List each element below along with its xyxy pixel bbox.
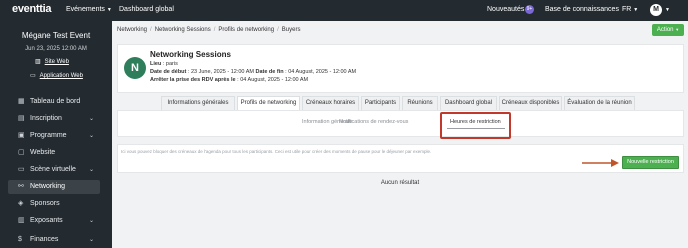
tab[interactable]: Profils de networking (237, 96, 300, 111)
site-web-link[interactable]: ▥ Site Web (35, 58, 69, 65)
highlight-box (440, 112, 511, 139)
sidebar-item-label: Finances (30, 236, 59, 243)
sidebar-item-label: Sponsors (30, 200, 60, 207)
chevron-down-icon: ▼ (675, 27, 680, 32)
tab[interactable]: Créneaux disponibles (499, 96, 562, 111)
chevron-down-icon: ⌄ (88, 237, 94, 243)
breadcrumb-separator: / (277, 27, 279, 33)
breadcrumb-separator: / (213, 27, 216, 33)
chevron-down-icon[interactable]: ▼ (665, 7, 670, 13)
breadcrumb: Networking / Networking Sessions / Profils d… (117, 27, 300, 33)
chevron-down-icon: ⌄ (88, 116, 94, 122)
arret-label: Arrêter la prise des RDV après le (150, 77, 236, 83)
sidebar-item[interactable]: ◈ Sponsors (8, 197, 100, 211)
tab[interactable]: Réunions (402, 96, 438, 111)
action-button[interactable]: Action ▼ (652, 24, 684, 36)
sidebar-item-label: Tableau de bord (30, 98, 81, 105)
sidebar-item[interactable]: ▦ Tableau de bord (8, 95, 100, 109)
nouveautes-badge: 9+ (525, 5, 534, 14)
debut-label: Date de début (150, 69, 187, 75)
subtab-panel: Information générale Notifications de ren… (117, 110, 684, 137)
tab[interactable]: Créneaux horaires (302, 96, 359, 111)
sidebar-item-label: Inscription (30, 115, 62, 122)
breadcrumb-item[interactable]: Profils de networking (218, 27, 274, 33)
chevron-down-icon: ▼ (633, 7, 639, 13)
language-label: FR (622, 6, 632, 13)
knowledge-base-link[interactable]: Base de connaissances (545, 6, 619, 13)
arret-line: Arrêter la prise des RDV après le : 04 A… (150, 77, 308, 83)
language-selector[interactable]: FR ▼ (622, 6, 638, 13)
calendar-icon: ▣ (18, 132, 25, 139)
subtab[interactable]: Notifications de rendez-vous (339, 119, 408, 125)
eventtia-logo[interactable]: eventtia (12, 3, 51, 15)
display-icon: ▭ (18, 166, 25, 173)
tab[interactable]: Informations générales (161, 96, 235, 111)
sponsor-icon: ◈ (18, 200, 24, 207)
user-avatar[interactable]: M (650, 4, 662, 16)
monitor-icon: ▭ (30, 73, 36, 79)
exhibitor-icon: ▥ (18, 217, 25, 224)
top-navbar: eventtia Evénements ▼ Dashboard global No… (0, 0, 688, 21)
info-text: Ici vous pouvez bloquer des créneaux de … (121, 149, 432, 154)
events-menu-label: Evénements (66, 6, 105, 13)
lieu-value: : paris (162, 61, 178, 67)
lieu-line: Lieu : paris (150, 61, 178, 67)
sidebar-item[interactable]: $ Finances ⌄ (8, 233, 100, 247)
arret-value: : 04 August, 2025 - 12:00 AM (237, 77, 309, 83)
sidebar-item[interactable]: ▭ Scène virtuelle ⌄ (8, 163, 100, 177)
action-button-label: Action (656, 27, 674, 33)
tab[interactable]: Dashboard global (440, 96, 497, 111)
breadcrumb-item[interactable]: Networking Sessions (155, 27, 211, 33)
dates-line: Date de début : 23 June, 2025 - 12:00 AM… (150, 69, 356, 75)
grid-icon: ▦ (18, 98, 25, 105)
session-title: Networking Sessions (150, 50, 231, 59)
sidebar-item-label: Scène virtuelle (30, 166, 76, 173)
empty-state: Aucun résultat (380, 180, 420, 186)
sidebar-item-label: Website (30, 149, 56, 156)
new-restriction-button[interactable]: Nouvelle restriction (622, 156, 679, 169)
app-web-link[interactable]: ▭ Application Web (30, 72, 83, 79)
fin-label: Date de fin (255, 69, 284, 75)
sidebar-item-label: Programme (30, 132, 67, 139)
event-title: Mégane Test Event (21, 31, 91, 40)
sidebar: Mégane Test Event Jun 23, 2025 12:00 AM … (0, 21, 112, 248)
dashboard-global-link[interactable]: Dashboard global (119, 6, 174, 13)
tab[interactable]: Participants (361, 96, 400, 111)
chevron-down-icon: ⌄ (88, 218, 94, 224)
chevron-down-icon: ⌄ (88, 133, 94, 139)
debut-value: : 23 June, 2025 - 12:00 AM (187, 69, 254, 75)
sidebar-item[interactable]: ▤ Inscription ⌄ (8, 112, 100, 126)
breadcrumb-item[interactable]: Networking (117, 27, 147, 33)
lieu-label: Lieu (150, 61, 162, 67)
breadcrumb-separator: / (150, 27, 152, 33)
app-web-label: Application Web (39, 73, 83, 79)
session-avatar: N (124, 57, 146, 79)
tab[interactable]: Évaluation de la réunion (564, 96, 635, 111)
dollar-icon: $ (18, 236, 22, 243)
sidebar-item-label: Exposants (30, 217, 63, 224)
chevron-down-icon: ▼ (106, 7, 112, 13)
chevron-down-icon: ⌄ (88, 167, 94, 173)
events-menu[interactable]: Evénements ▼ (66, 6, 112, 13)
sidebar-item[interactable]: ▥ Exposants ⌄ (8, 214, 100, 228)
person-icon: ▤ (18, 115, 25, 122)
site-web-label: Site Web (44, 59, 69, 65)
fin-value: : 04 August, 2025 - 12:00 AM (285, 69, 357, 75)
page-icon: ▢ (18, 149, 25, 156)
event-card: N Networking Sessions Lieu : paris Date … (117, 44, 684, 93)
breadcrumb-item[interactable]: Buyers (282, 27, 301, 33)
event-date: Jun 23, 2025 12:00 AM (25, 46, 87, 52)
arrow-icon (582, 159, 619, 167)
sidebar-item[interactable]: ▢ Website (8, 146, 100, 160)
sidebar-item[interactable]: ▣ Programme ⌄ (8, 129, 100, 143)
site-icon: ▥ (35, 59, 41, 65)
nouveautes-link[interactable]: Nouveautés (487, 6, 524, 13)
